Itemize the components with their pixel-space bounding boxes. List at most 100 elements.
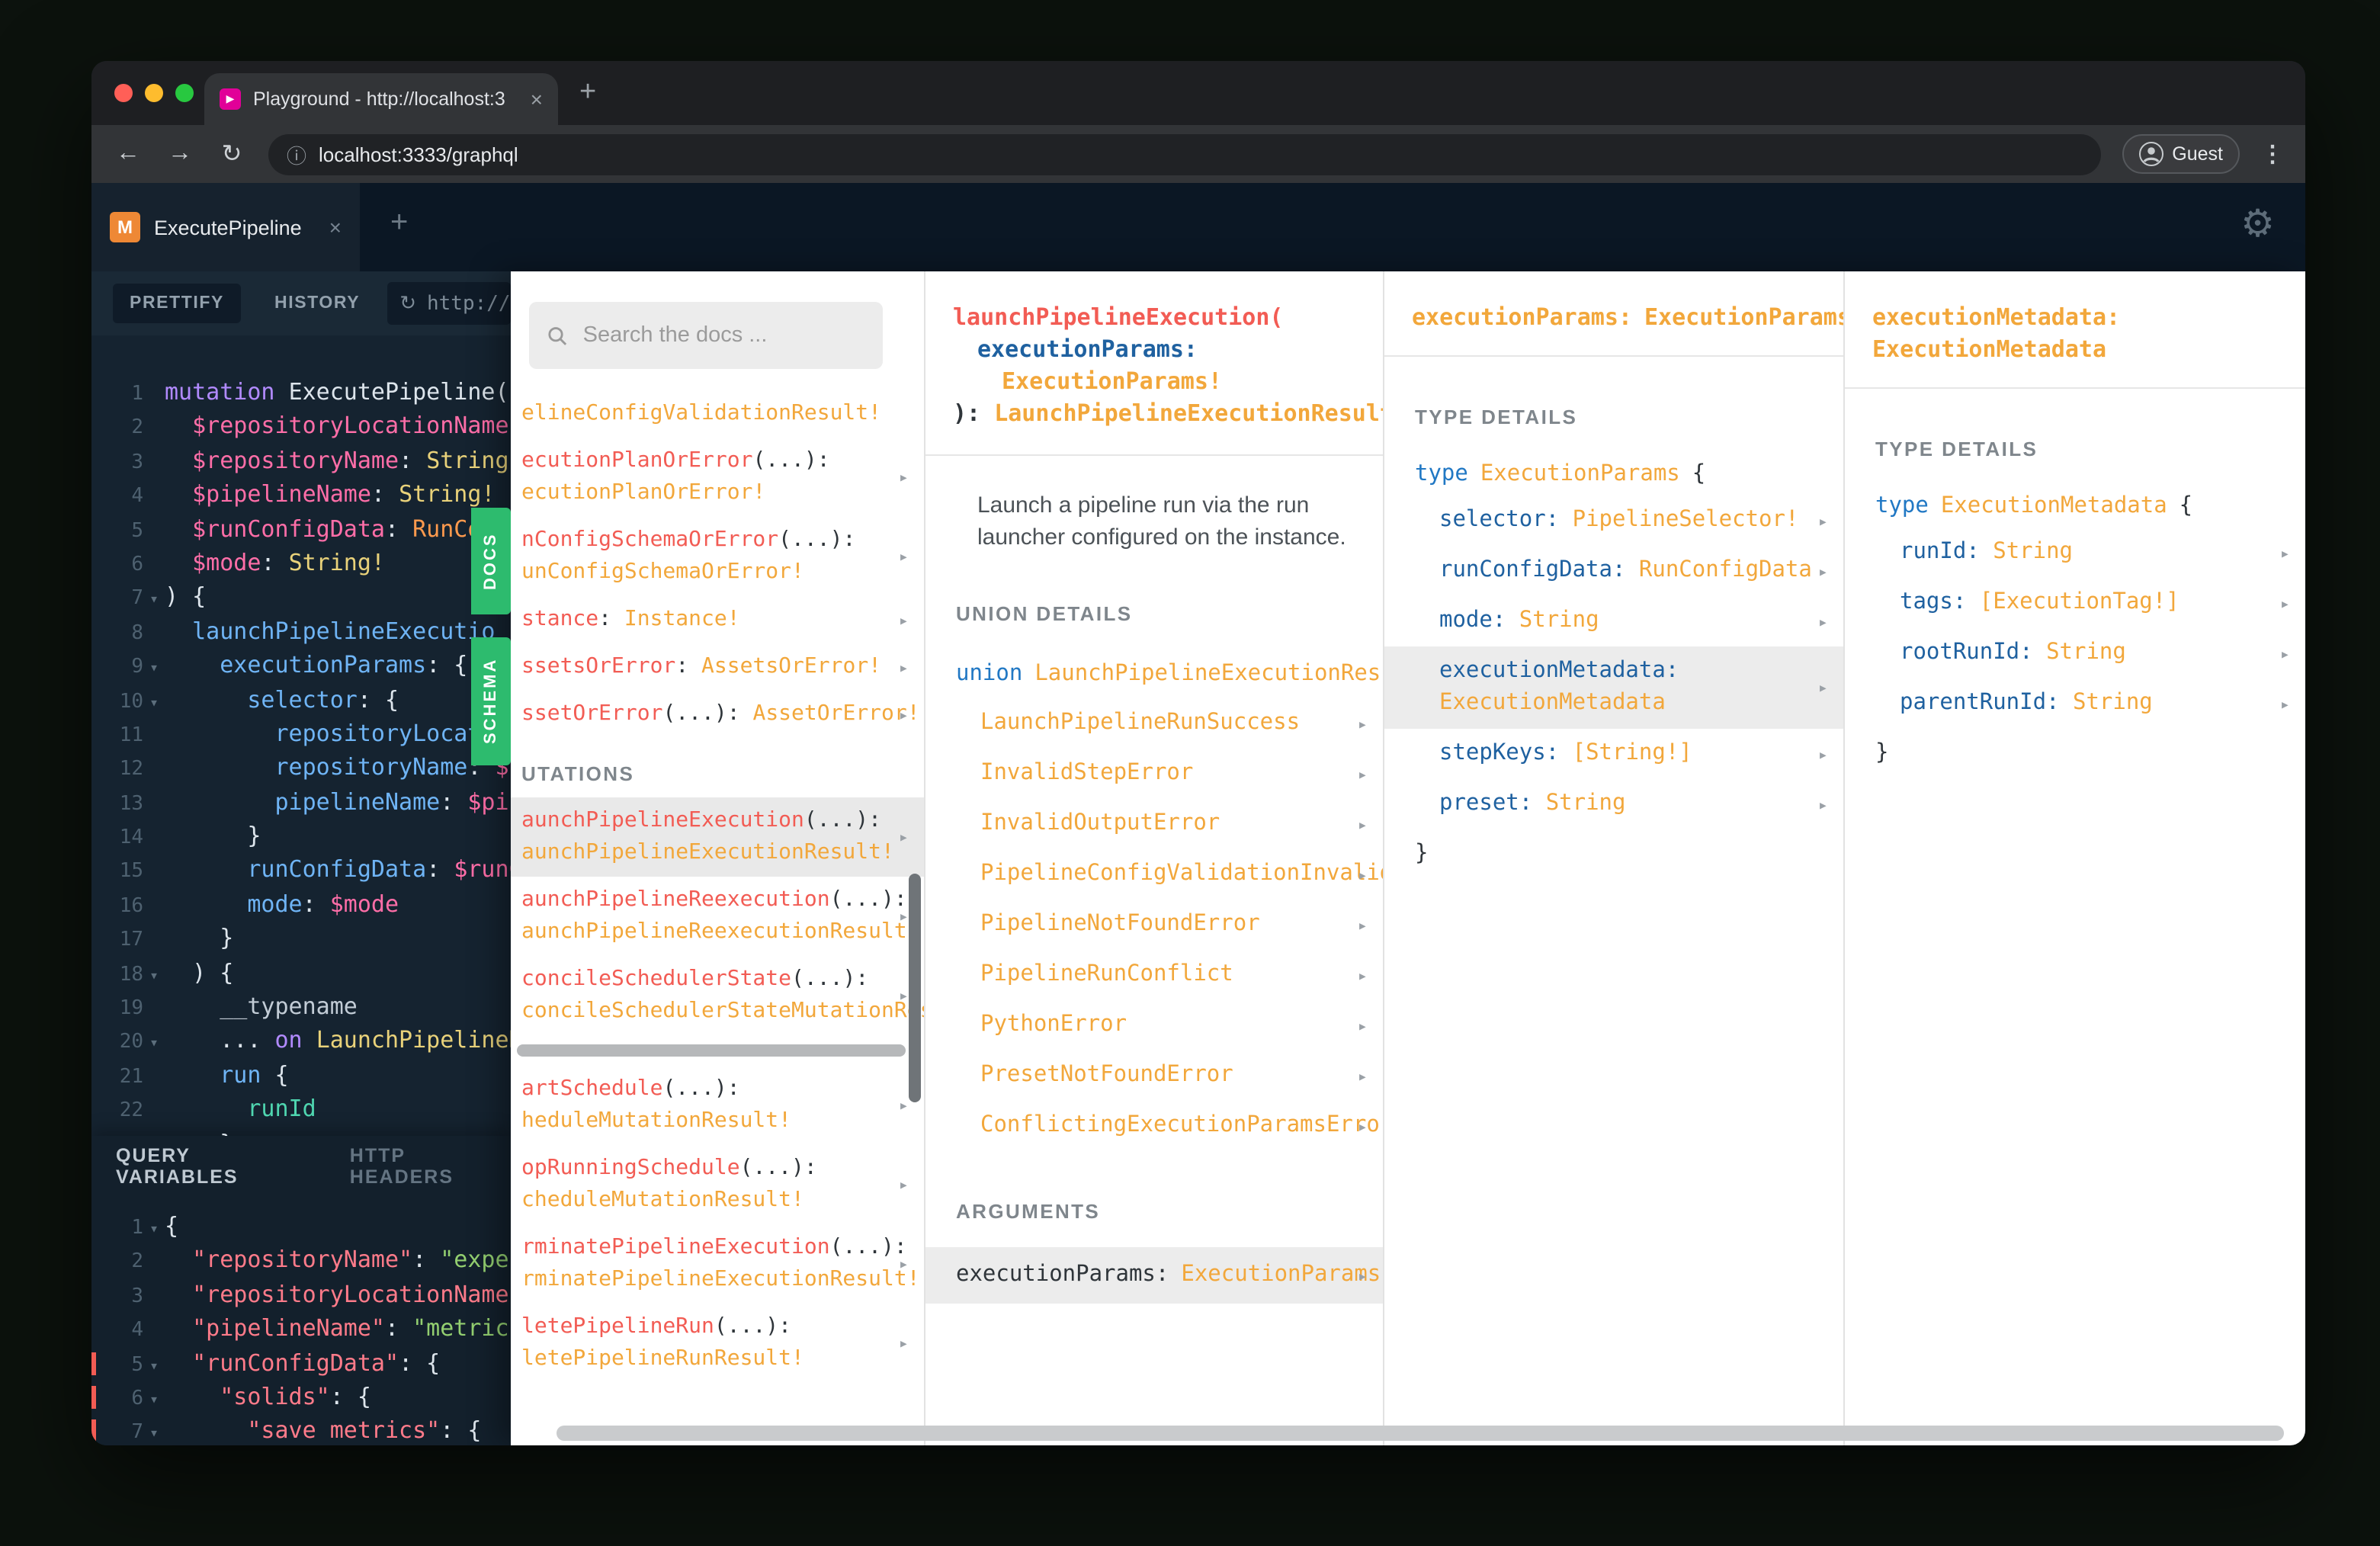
close-window-button[interactable] xyxy=(114,84,133,102)
expand-arrow-icon: ▸ xyxy=(1817,794,1828,814)
union-member[interactable]: PipelineRunConflict ▸ xyxy=(925,950,1383,1000)
docs-item[interactable]: letePipelineRun(...): letePipelineRunResu… xyxy=(511,1304,924,1383)
argument-item[interactable]: executionParams: ExecutionParams! ▸ xyxy=(925,1247,1383,1304)
browser-tab[interactable]: ▶ Playground - http://localhost:3 × xyxy=(204,73,558,125)
docs-item[interactable]: aunchPipelineReexecution(...): aunchPipel… xyxy=(511,877,924,956)
code-line: 6 $mode: String! xyxy=(131,548,385,576)
forward-button[interactable]: → xyxy=(165,140,195,168)
endpoint-url-input[interactable]: ↻ http://loc xyxy=(387,282,511,325)
schema-side-tab[interactable]: SCHEMA xyxy=(471,637,511,765)
docs-item[interactable]: nConfigSchemaOrError(...): unConfigSchema… xyxy=(511,517,924,596)
code-line: 20 ▾ ... on LaunchPipelineR xyxy=(91,1024,511,1058)
docs-item[interactable]: concileSchedulerState(...): concileSchedu… xyxy=(511,956,924,1035)
code-line: 2 "repositoryName": "exper xyxy=(131,1246,511,1274)
tab-http-headers[interactable]: HTTP HEADERS xyxy=(350,1145,511,1188)
expand-arrow-icon: ▸ xyxy=(1817,744,1828,764)
docs-item[interactable]: opRunningSchedule(...): cheduleMutationRe… xyxy=(511,1145,924,1224)
arg-type: ExecutionParams! xyxy=(1644,303,1845,331)
horizontal-scrollbar[interactable] xyxy=(517,1044,906,1057)
code-line: 17 } xyxy=(119,924,234,952)
page-info-icon[interactable]: ⓘ xyxy=(287,140,306,168)
variables-editor[interactable]: 1▾{2 "repositoryName": "exper 3 "reposito… xyxy=(91,1197,511,1445)
code-line: 5 $runConfigData: RunCo xyxy=(131,515,482,543)
docs-item[interactable]: ssetOrError(...): AssetOrError! ▸ xyxy=(511,691,924,738)
query-editor[interactable]: 1 mutation ExecutePipeline(2 $repositoryL… xyxy=(91,335,511,1136)
expand-arrow-icon: ▸ xyxy=(898,547,909,566)
code-line: 10 ▾ selector: { xyxy=(91,682,511,717)
union-member[interactable]: PresetNotFoundError ▸ xyxy=(925,1050,1383,1101)
docs-search[interactable] xyxy=(529,302,883,369)
code-line: 22 runId xyxy=(119,1095,316,1123)
browser-menu-button[interactable]: ⋮ xyxy=(2261,140,2284,168)
field-name: launchPipelineExecution( xyxy=(953,303,1284,331)
type-field[interactable]: parentRunId: String ▸ xyxy=(1845,678,2305,729)
avatar-icon xyxy=(2138,142,2163,166)
union-member[interactable]: PipelineNotFoundError ▸ xyxy=(925,900,1383,950)
history-button[interactable]: HISTORY xyxy=(274,294,360,313)
expand-arrow-icon: ▸ xyxy=(1817,561,1828,581)
code-line: 18 ▾ ) { xyxy=(91,955,511,990)
type-field[interactable]: selector: PipelineSelector! ▸ xyxy=(1384,496,1843,546)
type-field[interactable]: runConfigData: RunConfigData ▸ xyxy=(1384,546,1843,596)
docs-item[interactable]: ecutionPlanOrError(...): ecutionPlanOrErr… xyxy=(511,438,924,517)
docs-horizontal-scrollbar[interactable] xyxy=(557,1426,2284,1441)
union-member[interactable]: InvalidOutputError ▸ xyxy=(925,799,1383,849)
docs-item[interactable]: elineConfigValidationResult! xyxy=(511,390,924,438)
query-editor-pane: PRETTIFY HISTORY ↻ http://loc 1mutation … xyxy=(91,271,511,1445)
fold-caret-icon[interactable]: ▾ xyxy=(143,1419,165,1445)
type-field[interactable]: rootRunId: String ▸ xyxy=(1845,628,2305,678)
union-member[interactable]: PipelineConfigValidationInvalid ▸ xyxy=(925,849,1383,900)
open-brace: { xyxy=(2179,494,2193,518)
close-brace: } xyxy=(1875,741,1889,765)
settings-gear-icon[interactable]: ⚙ xyxy=(2240,201,2275,247)
type-field[interactable]: executionMetadata: ExecutionMetadata ▸ xyxy=(1384,646,1843,729)
expand-arrow-icon: ▸ xyxy=(898,704,909,724)
profile-button[interactable]: Guest xyxy=(2122,134,2240,174)
field-type: ExecutionMetadata xyxy=(1872,335,2107,363)
docs-item[interactable]: rminatePipelineExecution(...): rminatePip… xyxy=(511,1224,924,1304)
url-text: localhost:3333/graphql xyxy=(319,143,518,165)
type-field[interactable]: mode: String ▸ xyxy=(1384,596,1843,646)
prettify-button[interactable]: PRETTIFY xyxy=(113,284,241,323)
add-playground-tab-button[interactable]: + xyxy=(390,206,408,241)
error-marker-icon xyxy=(91,1419,96,1443)
expand-arrow-icon: ▸ xyxy=(1357,1015,1368,1035)
code-line: 3 $repositoryName: String! xyxy=(131,446,511,474)
playground-tab-close-icon[interactable]: × xyxy=(329,215,342,239)
docs-column-root: elineConfigValidationResult!ecutionPlanO… xyxy=(511,271,925,1445)
tab-close-icon[interactable]: × xyxy=(531,87,543,111)
expand-arrow-icon: ▸ xyxy=(1817,511,1828,531)
union-member[interactable]: InvalidStepError ▸ xyxy=(925,749,1383,799)
expand-arrow-icon: ▸ xyxy=(898,827,909,847)
vertical-scrollbar[interactable] xyxy=(909,874,921,1102)
docs-side-tab[interactable]: DOCS xyxy=(471,508,511,614)
type-field[interactable]: runId: String ▸ xyxy=(1845,528,2305,578)
type-declaration: type ExecutionParams { xyxy=(1384,428,1843,486)
code-line: 19 __typename xyxy=(119,993,358,1021)
docs-item[interactable]: stance: Instance! ▸ xyxy=(511,596,924,643)
type-name: ExecutionParams xyxy=(1480,462,1680,486)
type-field[interactable]: stepKeys: [String!] ▸ xyxy=(1384,729,1843,779)
union-name: LaunchPipelineExecutionResult xyxy=(1034,662,1384,686)
playground-tab[interactable]: M ExecutePipeline × xyxy=(91,183,360,271)
minimize-window-button[interactable] xyxy=(145,84,163,102)
union-member[interactable]: PythonError ▸ xyxy=(925,1000,1383,1050)
reload-button[interactable]: ↻ xyxy=(217,139,247,169)
docs-item[interactable]: aunchPipelineExecution(...): aunchPipelin… xyxy=(511,797,924,877)
docs-item[interactable]: artSchedule(...): heduleMutationResult! ▸ xyxy=(511,1066,924,1145)
union-member[interactable]: ConflictingExecutionParamsError ▸ xyxy=(925,1101,1383,1151)
code-line: 15 runConfigData: $runC xyxy=(119,855,511,884)
docs-item[interactable]: ssetsOrError: AssetsOrError! ▸ xyxy=(511,643,924,691)
playground-tab-bar: M ExecutePipeline × + ⚙ xyxy=(91,183,2305,271)
tab-query-variables[interactable]: QUERY VARIABLES xyxy=(116,1145,313,1188)
url-bar[interactable]: ⓘ localhost:3333/graphql xyxy=(268,133,2101,175)
docs-section-header: UTATIONS xyxy=(521,762,635,785)
zoom-window-button[interactable] xyxy=(175,84,194,102)
type-field[interactable]: preset: String ▸ xyxy=(1384,779,1843,829)
type-field[interactable]: tags: [ExecutionTag!] ▸ xyxy=(1845,578,2305,628)
union-member[interactable]: LaunchPipelineRunSuccess ▸ xyxy=(925,698,1383,749)
back-button[interactable]: ← xyxy=(113,140,143,168)
docs-search-input[interactable] xyxy=(582,323,864,348)
code-line: 13 pipelineName: $pip xyxy=(119,787,511,816)
new-tab-button[interactable]: + xyxy=(579,76,596,110)
